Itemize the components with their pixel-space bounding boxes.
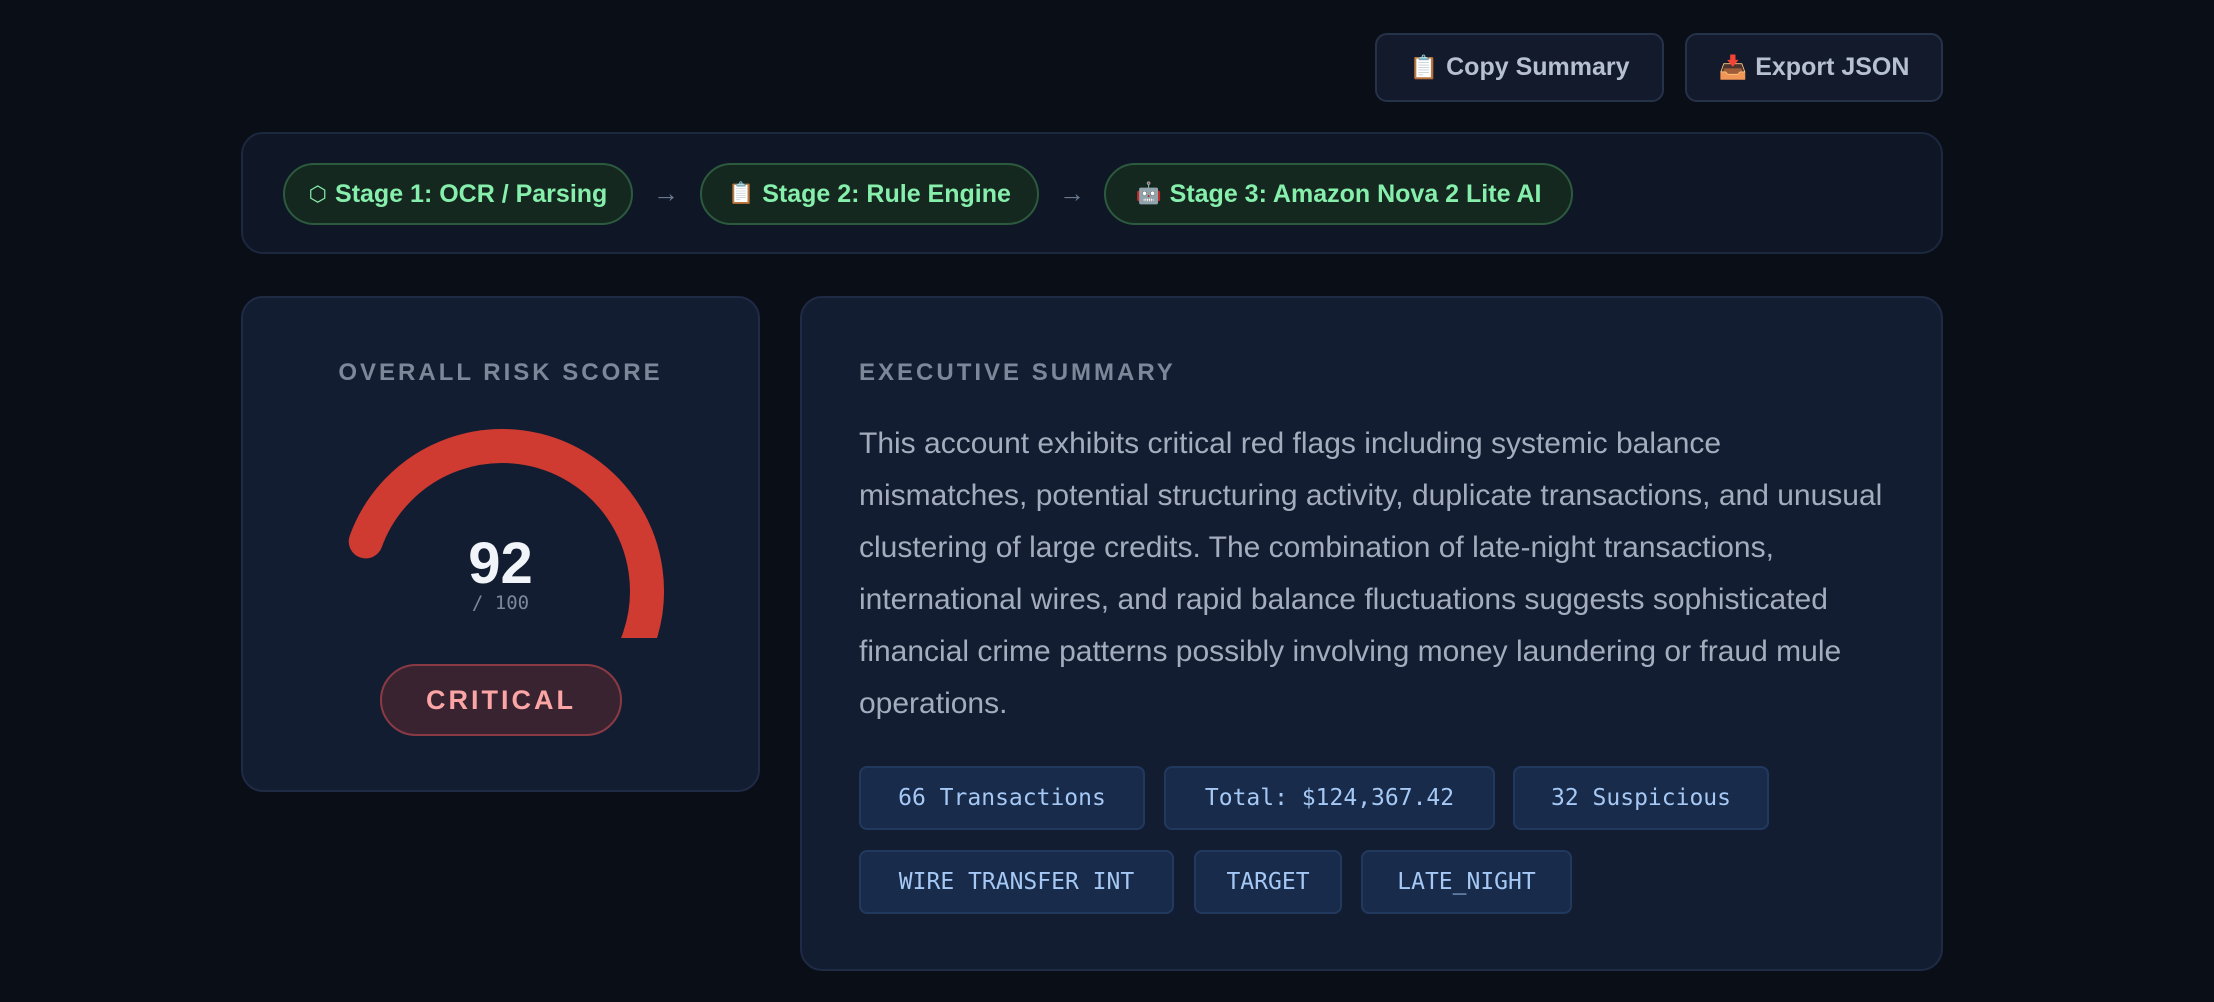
export-json-label: Export JSON [1755,53,1910,81]
stage-label: Stage 1: OCR / Parsing [335,179,608,208]
summary-text: This account exhibits critical red flags… [859,427,1883,720]
flag-tag: WIRE TRANSFER INT [859,850,1174,914]
risk-score-card: OVERALL RISK SCORE 92 / 100 CRITICAL [241,296,760,792]
total-amount-tag: Total: $124,367.42 [1164,766,1495,830]
arrow-right-icon: → [1059,178,1085,208]
transactions-count-tag: 66 Transactions [859,766,1145,830]
copy-summary-button[interactable]: 📋 Copy Summary [1375,33,1664,102]
risk-score-max: / 100 [471,592,530,614]
inbox-tray-icon: 📥 [1718,54,1748,80]
stage-rule-engine: 📋 Stage 2: Rule Engine [700,163,1039,225]
stage-nova-ai: 🤖 Stage 3: Amazon Nova 2 Lite AI [1104,163,1573,225]
risk-score-value: 92 [468,531,533,596]
stage-ocr-parsing: ⬡ Stage 1: OCR / Parsing [283,163,633,225]
robot-icon: 🤖 [1135,182,1162,205]
suspicious-count-tag: 32 Suspicious [1513,766,1769,830]
hexagon-icon: ⬡ [308,182,328,206]
clipboard-icon: 📋 [728,182,755,205]
stage-label: Stage 3: Amazon Nova 2 Lite AI [1169,179,1542,208]
copy-summary-label: Copy Summary [1446,53,1630,81]
stage-label: Stage 2: Rule Engine [762,179,1011,208]
summary-title: EXECUTIVE SUMMARY [859,359,1176,386]
executive-summary-card: EXECUTIVE SUMMARY This account exhibits … [800,296,1943,971]
clipboard-icon: 📋 [1409,54,1439,80]
flag-tag: LATE_NIGHT [1361,850,1572,914]
export-json-button[interactable]: 📥 Export JSON [1685,33,1943,102]
arrow-right-icon: → [653,178,679,208]
risk-level-badge: CRITICAL [380,664,622,736]
pipeline-bar: ⬡ Stage 1: OCR / Parsing → 📋 Stage 2: Ru… [241,132,1943,254]
flag-tag: TARGET [1194,850,1342,914]
